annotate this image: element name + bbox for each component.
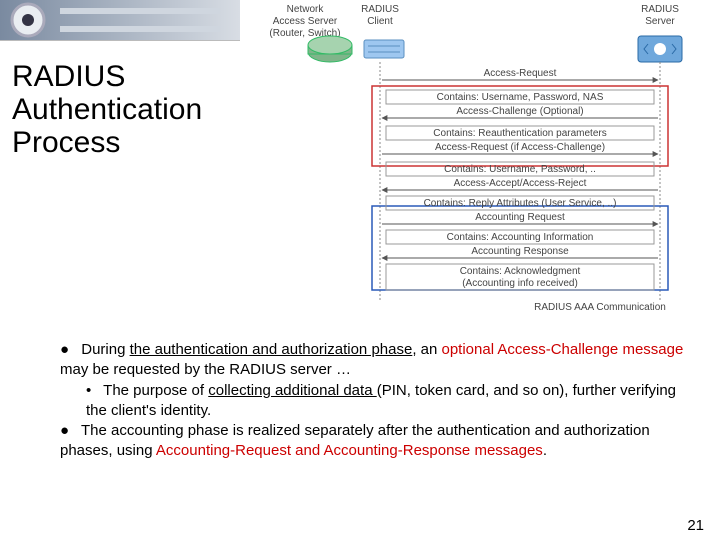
msg-access-challenge: Access-Challenge (Optional) (456, 106, 583, 117)
svg-text:Server: Server (645, 16, 675, 27)
msg-accounting-request: Accounting Request (475, 212, 565, 223)
radius-client-label: RADIUS (361, 4, 399, 15)
msg-accounting-response: Accounting Response (471, 246, 569, 257)
diagram-caption: RADIUS AAA Communication (534, 302, 666, 313)
nas-label: Network (287, 4, 325, 15)
server-icon (638, 36, 682, 62)
svg-text:Contains: Username, Password,: Contains: Username, Password, NAS (437, 92, 604, 103)
radius-sequence-diagram: Network Access Server (Router, Switch) R… (240, 0, 710, 320)
page-banner (0, 0, 240, 41)
svg-text:Contains: Username, Password,: Contains: Username, Password, .. (444, 164, 596, 175)
svg-text:Contains: Reply Attributes (Us: Contains: Reply Attributes (User Service… (424, 198, 617, 209)
msg-access-request-2: Access-Request (if Access-Challenge) (435, 142, 605, 153)
svg-text:Access Server: Access Server (273, 16, 338, 27)
msg-access-request: Access-Request (484, 68, 557, 79)
radius-server-label: RADIUS (641, 4, 679, 15)
bullet-2: The accounting phase is realized separat… (60, 421, 690, 462)
page-title: RADIUS Authentication Process (12, 60, 222, 159)
bullet-1: During the authentication and authorizat… (60, 340, 690, 381)
svg-text:Client: Client (367, 16, 393, 27)
svg-text:Contains: Acknowledgment: Contains: Acknowledgment (460, 266, 581, 277)
svg-text:(Accounting info received): (Accounting info received) (462, 278, 578, 289)
page-number: 21 (687, 517, 704, 534)
svg-text:Contains: Accounting Informati: Contains: Accounting Information (447, 232, 594, 243)
bullet-1-sub: The purpose of collecting additional dat… (86, 381, 690, 422)
msg-access-accept-reject: Access-Accept/Access-Reject (454, 178, 587, 189)
slide-bullets: During the authentication and authorizat… (40, 340, 690, 462)
router-icon (308, 36, 352, 62)
svg-text:Contains: Reauthentication par: Contains: Reauthentication parameters (433, 128, 606, 139)
switch-icon (364, 40, 404, 58)
